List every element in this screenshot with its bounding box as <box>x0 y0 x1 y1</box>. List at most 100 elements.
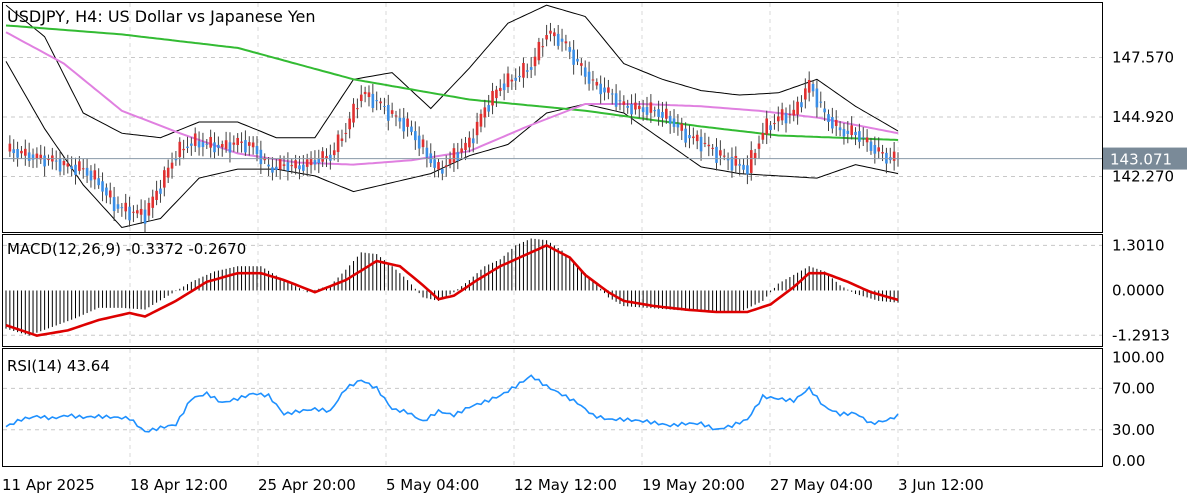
candle-body <box>190 143 193 146</box>
macd-axis-tick: 1.3010 <box>1112 236 1165 254</box>
candle-body <box>545 35 548 40</box>
candle-body <box>182 148 185 151</box>
candle-body <box>16 149 19 158</box>
candle-body <box>406 118 409 127</box>
candle-body <box>861 137 865 139</box>
candle-body <box>869 141 873 151</box>
candle-body <box>471 138 475 144</box>
candle-body <box>665 108 668 119</box>
candle-body <box>680 123 684 131</box>
candle-body <box>761 132 765 140</box>
chart-svg: 143.071 USDJPY, H4: US Dollar vs Japanes… <box>2 2 1187 494</box>
candle-body <box>576 58 579 62</box>
rsi-axis-tick: 70.00 <box>1112 379 1155 397</box>
candle-body <box>661 111 664 118</box>
candle-body <box>556 33 560 46</box>
candle-body <box>414 131 417 141</box>
candle-body <box>27 152 31 161</box>
candle-body <box>394 115 398 117</box>
candle-body <box>460 148 463 153</box>
candle-body <box>124 202 128 212</box>
candle-body <box>788 114 792 116</box>
candle-body <box>834 119 838 126</box>
candle-body <box>645 106 649 115</box>
time-axis-tick: 18 Apr 12:00 <box>130 476 228 494</box>
candle-body <box>537 41 541 61</box>
candle-body <box>823 108 826 113</box>
candle-body <box>773 123 776 125</box>
candle-body <box>363 91 367 95</box>
macd-axis-tick: 0.0000 <box>1112 282 1165 300</box>
candle-body <box>375 100 379 102</box>
candle-body <box>591 79 595 81</box>
candle-body <box>525 70 529 72</box>
candle-body <box>89 170 93 181</box>
candle-body <box>155 190 158 200</box>
rsi-axis-tick: 0.00 <box>1112 452 1145 470</box>
rsi-axis-tick: 30.00 <box>1112 421 1155 439</box>
candle-body <box>43 155 46 167</box>
candle-body <box>865 137 869 143</box>
candle-body <box>201 142 205 148</box>
candle-body <box>719 150 722 156</box>
candle-body <box>514 77 518 81</box>
candle-body <box>379 101 382 104</box>
candle-body <box>695 134 699 142</box>
candle-body <box>668 115 672 124</box>
candle-body <box>734 155 738 166</box>
candle-body <box>247 142 251 146</box>
candle-body <box>135 210 139 214</box>
candle-body <box>599 83 602 95</box>
candle-body <box>549 30 552 34</box>
candle-body <box>290 165 294 167</box>
price-axis-tick: 147.570 <box>1112 49 1174 67</box>
candle-body <box>81 168 85 170</box>
candle-body <box>688 135 691 139</box>
candle-body <box>707 144 711 147</box>
candle-body <box>70 166 73 169</box>
candle-body <box>35 153 39 159</box>
candle-body <box>271 167 274 173</box>
candle-body <box>495 89 498 99</box>
candle-body <box>749 150 753 173</box>
candle-body <box>746 165 749 175</box>
candle-body <box>294 160 297 169</box>
candle-body <box>105 187 108 196</box>
candle-body <box>336 134 340 152</box>
time-axis: 11 Apr 2025 18 Apr 12:00 25 Apr 20:00 5 … <box>2 476 984 494</box>
candle-body <box>568 47 572 52</box>
candle-body <box>120 207 124 209</box>
candle-body <box>359 94 363 102</box>
candle-body <box>163 170 166 188</box>
candle-body <box>213 142 216 153</box>
candle-body <box>97 178 100 186</box>
candle-body <box>101 181 104 192</box>
candle-body <box>784 113 788 124</box>
candle-body <box>437 162 440 170</box>
candle-body <box>765 118 769 135</box>
candle-body <box>722 155 726 157</box>
candle-body <box>587 71 591 84</box>
candle-body <box>128 206 131 221</box>
candle-body <box>522 62 525 78</box>
candle-body <box>217 144 220 148</box>
candle-body <box>317 158 321 163</box>
candle-body <box>166 167 170 178</box>
candle-body <box>564 41 568 44</box>
candle-body <box>892 151 896 161</box>
candle-body <box>321 151 324 162</box>
candle-body <box>93 170 97 180</box>
candle-body <box>8 143 12 152</box>
candle-body <box>618 100 622 102</box>
candle-body <box>112 197 116 212</box>
time-axis-tick: 3 Jun 12:00 <box>898 476 984 494</box>
candle-body <box>244 140 247 153</box>
candle-body <box>506 73 510 88</box>
candle-body <box>800 102 803 108</box>
candle-body <box>456 152 460 161</box>
time-axis-tick: 19 May 20:00 <box>642 476 745 494</box>
time-axis-tick: 25 Apr 20:00 <box>258 476 356 494</box>
candle-body <box>441 168 444 174</box>
candle-body <box>610 93 614 95</box>
candle-body <box>147 202 151 216</box>
